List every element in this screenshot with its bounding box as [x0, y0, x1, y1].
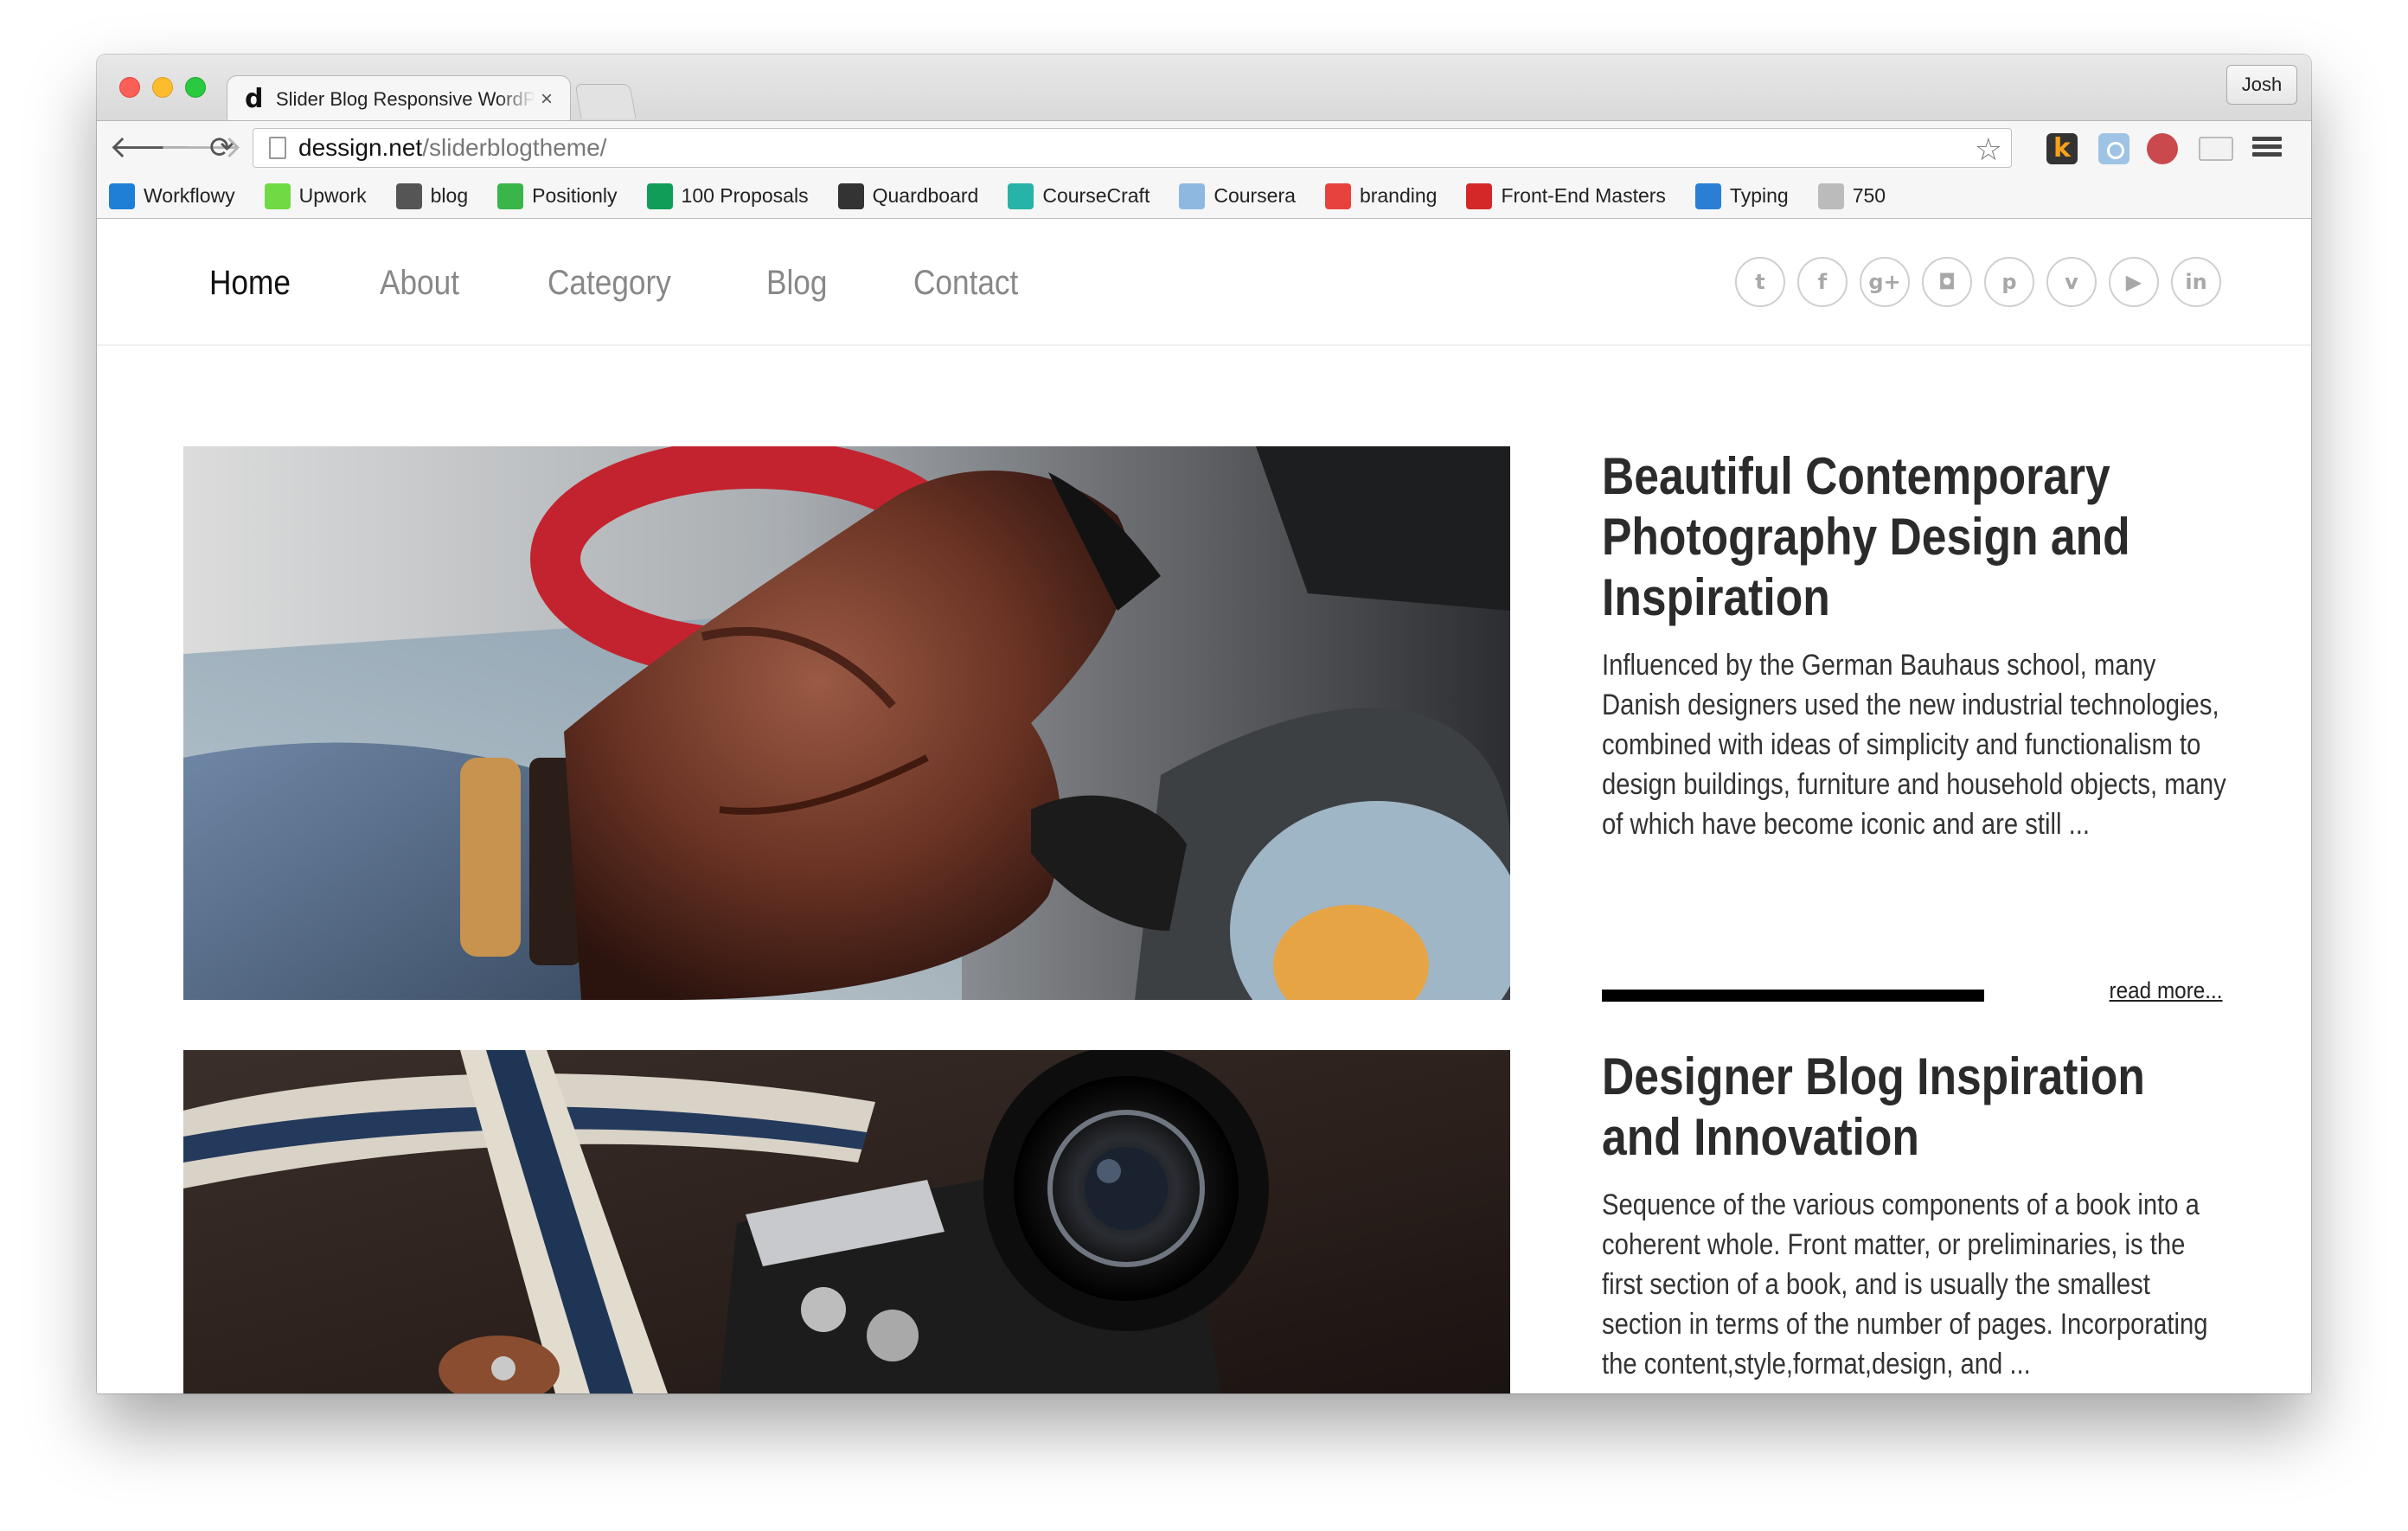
web-page: Home About Category Blog Contact t f g+ ◘ p v…: [97, 220, 2311, 1393]
post-1-image[interactable]: [183, 446, 1510, 1000]
bookmark-front-end-masters[interactable]: Front-End Masters: [1466, 183, 1666, 209]
extension-k-icon[interactable]: k: [2046, 133, 2078, 164]
blog-icon: [395, 183, 422, 209]
post-1: Beautiful Contemporary Photography Desig…: [1602, 446, 2226, 844]
browser-toolbar: 🡐 🡒 ⟳ dessign.net/sliderblogtheme/ ☆ k: [97, 120, 2311, 174]
post-1-read-more-link[interactable]: read more...: [2110, 977, 2223, 1004]
bookmark-quardboard[interactable]: Quardboard: [837, 183, 979, 209]
post-2-title[interactable]: Designer Blog Inspiration and Innovation: [1602, 1047, 2226, 1168]
vimeo-icon[interactable]: v: [2046, 257, 2097, 307]
minimize-window-button[interactable]: [152, 77, 173, 98]
record-extension-icon[interactable]: [2147, 133, 2178, 164]
bookmark-label: 750: [1852, 184, 1886, 207]
post-2-excerpt: Sequence of the various components of a …: [1602, 1188, 2208, 1380]
main-menu: Home About Category Blog Contact: [209, 220, 1110, 346]
frontend-masters-icon: [1466, 183, 1493, 209]
bookmark-label: CourseCraft: [1042, 184, 1150, 207]
cube-icon: [837, 183, 864, 209]
instagram-icon[interactable]: ◘: [1922, 257, 1972, 307]
bookmark-100-proposals[interactable]: 100 Proposals: [646, 183, 809, 209]
bookmark-coursera[interactable]: Coursera: [1179, 183, 1296, 209]
pinterest-icon[interactable]: p: [1984, 257, 2034, 307]
url-path: /sliderblogtheme/: [422, 134, 607, 161]
bookmark-label: blog: [430, 184, 469, 207]
bookmark-750[interactable]: 750: [1817, 183, 1886, 209]
vintage-camera-photo: [183, 1050, 1510, 1393]
branding-icon: [1324, 183, 1351, 209]
post-1-divider: [1602, 990, 1984, 1002]
bookmark-label: branding: [1359, 184, 1438, 207]
bookmark-star-icon[interactable]: ☆: [1975, 132, 2002, 168]
bookmark-label: Workflowy: [144, 184, 235, 207]
coursecraft-icon: [1008, 183, 1034, 209]
bookmark-label: Upwork: [298, 184, 367, 207]
menu-category[interactable]: Category: [548, 264, 671, 303]
page-icon: [1817, 183, 1844, 209]
address-bar[interactable]: dessign.net/sliderblogtheme/ ☆: [253, 128, 2012, 168]
linkedin-icon[interactable]: in: [2171, 257, 2221, 307]
youtube-icon[interactable]: ▶: [2109, 257, 2159, 307]
bookmark-label: Quardboard: [872, 184, 979, 207]
bookmark-label: 100 Proposals: [681, 184, 809, 207]
typing-icon: [1694, 183, 1721, 209]
post-2-image[interactable]: [183, 1050, 1510, 1393]
menu-blog[interactable]: Blog: [766, 264, 827, 303]
bookmark-label: Coursera: [1214, 184, 1296, 207]
workflowy-icon: [109, 183, 135, 209]
bookmark-workflowy[interactable]: Workflowy: [109, 183, 235, 209]
new-tab-button[interactable]: [574, 84, 637, 119]
profile-button[interactable]: Josh: [2226, 65, 2297, 105]
twitter-icon[interactable]: t: [1735, 257, 1785, 307]
site-header: Home About Category Blog Contact t f g+ ◘ p v…: [97, 220, 2311, 346]
menu-about[interactable]: About: [380, 264, 459, 303]
bookmark-label: Typing: [1729, 184, 1789, 207]
post-1-excerpt: Influenced by the German Bauhaus school,…: [1602, 649, 2226, 841]
menu-contact[interactable]: Contact: [913, 264, 1018, 303]
folder-icon: [1179, 183, 1206, 209]
bookmark-label: Front-End Masters: [1501, 184, 1666, 207]
browser-window: d Slider Blog Responsive WordPress Theme…: [97, 54, 2311, 1393]
dessign-favicon-icon: d: [245, 83, 264, 114]
bookmark-branding[interactable]: branding: [1324, 183, 1438, 209]
facebook-icon[interactable]: f: [1797, 257, 1848, 307]
leather-glove-photo: [183, 446, 1510, 1000]
tab-strip: d Slider Blog Responsive WordPress Theme…: [97, 54, 2311, 122]
zoom-window-button[interactable]: [185, 77, 206, 98]
upwork-icon: [264, 183, 291, 209]
camera-extension-icon[interactable]: [2098, 133, 2129, 164]
bookmark-typing[interactable]: Typing: [1694, 183, 1789, 209]
google-plus-icon[interactable]: g+: [1860, 257, 1910, 307]
tab-active[interactable]: d Slider Blog Responsive WordPress Theme…: [227, 75, 571, 122]
chrome-menu-icon[interactable]: [2252, 133, 2282, 163]
close-window-button[interactable]: [119, 77, 140, 98]
positionly-icon: [497, 183, 524, 209]
post-1-title[interactable]: Beautiful Contemporary Photography Desig…: [1602, 446, 2226, 628]
social-links: t f g+ ◘ p v ▶ in: [1723, 257, 2221, 307]
mail-extension-icon[interactable]: [2199, 137, 2233, 161]
url-host: dessign.net: [298, 134, 423, 161]
sheet-icon: [646, 183, 673, 209]
page-icon: [269, 137, 286, 159]
reload-icon[interactable]: ⟳: [209, 131, 234, 164]
bookmark-positionly[interactable]: Positionly: [497, 183, 618, 209]
menu-home[interactable]: Home: [209, 264, 291, 303]
post-2: Designer Blog Inspiration and Innovation…: [1602, 1047, 2225, 1384]
bookmarks-bar: Workflowy Upwork blog Positionly 100 Proposa…: [97, 174, 2311, 219]
tab-close-icon[interactable]: ×: [541, 88, 553, 110]
bookmark-upwork[interactable]: Upwork: [264, 183, 367, 209]
tab-title: Slider Blog Responsive WordPress Theme: [276, 87, 535, 110]
bookmark-blog[interactable]: blog: [395, 183, 469, 209]
bookmark-label: Positionly: [532, 184, 618, 207]
bookmark-coursecraft[interactable]: CourseCraft: [1008, 183, 1150, 209]
